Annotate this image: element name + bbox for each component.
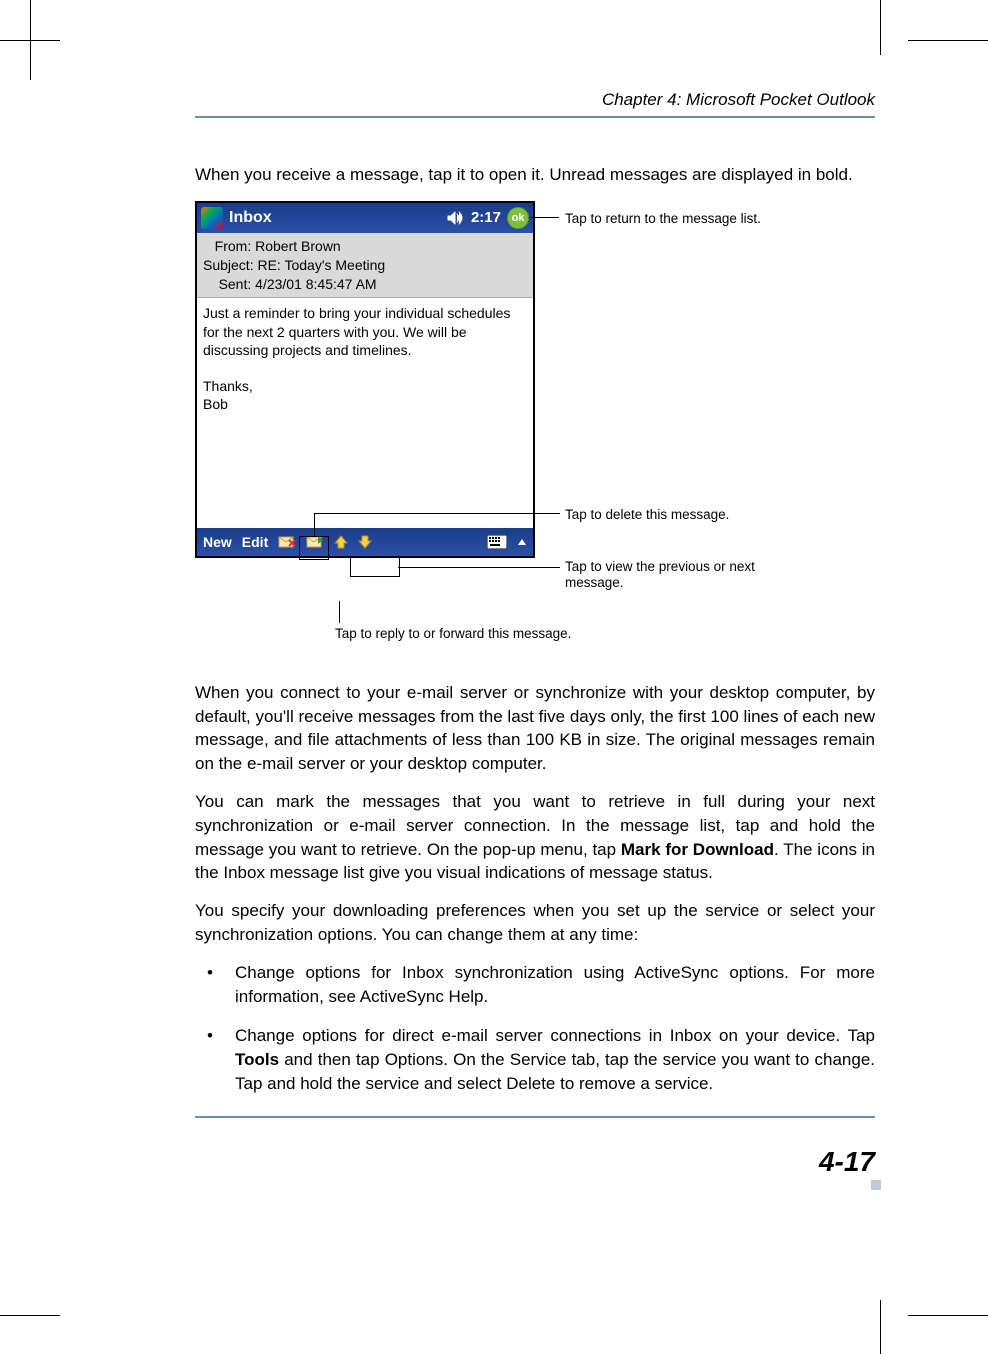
callout-ok: Tap to return to the message list. [565, 211, 761, 227]
delete-icon[interactable] [278, 534, 296, 550]
up-arrow-icon[interactable] [334, 535, 348, 549]
new-button[interactable]: New [203, 534, 232, 550]
callout-delete: Tap to delete this message. [565, 507, 729, 523]
page-corner-mark [871, 1180, 881, 1190]
sound-icon[interactable] [447, 211, 465, 225]
intro-paragraph: When you receive a message, tap it to op… [195, 163, 875, 187]
figure-area: Inbox 2:17 ok From: Robert Brown Subject… [195, 201, 875, 661]
message-body: Just a reminder to bring your individual… [197, 298, 533, 528]
paragraph-mark: You can mark the messages that you want … [195, 790, 875, 885]
down-arrow-icon[interactable] [358, 535, 372, 549]
app-title: Inbox [229, 209, 447, 227]
edit-button[interactable]: Edit [242, 534, 268, 550]
chapter-header: Chapter 4: Microsoft Pocket Outlook [195, 90, 875, 116]
start-icon[interactable] [201, 207, 223, 229]
titlebar: Inbox 2:17 ok [197, 203, 533, 233]
bullet-activesync: Change options for Inbox synchronization… [195, 961, 875, 1009]
bullet-tools: Change options for direct e-mail server … [195, 1024, 875, 1095]
from-label: From: [215, 238, 252, 254]
bullet2-a: Change options for direct e-mail server … [235, 1026, 875, 1045]
paragraph-sync: When you connect to your e-mail server o… [195, 681, 875, 776]
bottom-toolbar: New Edit [197, 528, 533, 556]
header-rule [195, 116, 875, 118]
subject-value: RE: Today's Meeting [257, 257, 385, 273]
keyboard-icon[interactable] [487, 535, 507, 549]
subject-label: Subject: [203, 257, 254, 273]
paragraph-prefs: You specify your downloading preferences… [195, 899, 875, 947]
footer-rule [195, 1116, 875, 1118]
page-number: 4-17 [819, 1146, 875, 1178]
up-caret-icon[interactable] [517, 537, 527, 547]
sent-value: 4/23/01 8:45:47 AM [255, 276, 376, 292]
callout-nav: Tap to view the previous or next message… [565, 559, 795, 591]
callout-reply: Tap to reply to or forward this message. [335, 626, 571, 641]
device-screenshot: Inbox 2:17 ok From: Robert Brown Subject… [195, 201, 535, 559]
sent-label: Sent: [219, 276, 252, 292]
message-header: From: Robert Brown Subject: RE: Today's … [197, 233, 533, 299]
clock-time: 2:17 [471, 209, 501, 226]
mark-for-download-bold: Mark for Download [621, 840, 774, 859]
ok-button[interactable]: ok [507, 207, 529, 229]
from-value: Robert Brown [255, 238, 341, 254]
tools-bold: Tools [235, 1050, 279, 1069]
bullet2-b: and then tap Options. On the Service tab… [235, 1050, 875, 1093]
